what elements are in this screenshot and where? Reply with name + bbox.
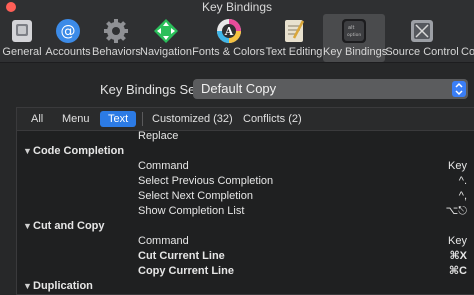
select-stepper-icon — [452, 81, 466, 97]
key-bindings-set-label: Key Bindings Set — [100, 82, 200, 97]
group-title: Duplication — [33, 280, 93, 292]
svg-text:@: @ — [61, 22, 76, 40]
toolbar-accounts[interactable]: @ Accounts — [44, 14, 92, 62]
general-icon — [12, 20, 32, 42]
toolbar-label-general: General — [2, 46, 42, 58]
toolbar-label-source-control: Source Control — [385, 46, 459, 58]
column-header-row: Command Key — [17, 159, 474, 174]
svg-text:option: option — [347, 32, 361, 38]
group-header-duplication[interactable]: ▼ Duplication — [17, 279, 474, 294]
key-bindings-table: All Menu Text Customized (32) Conflicts … — [16, 107, 474, 295]
filter-bar: All Menu Text Customized (32) Conflicts … — [17, 108, 474, 131]
list-item[interactable]: Cut Current Line ⌘X — [17, 249, 474, 264]
svg-text:alt: alt — [348, 25, 354, 31]
source-control-icon — [411, 20, 433, 42]
gear-icon — [104, 19, 128, 43]
toolbar-general[interactable]: General — [0, 14, 44, 62]
list-item[interactable]: Copy Current Line ⌘C — [17, 264, 474, 279]
list-item[interactable]: Replace — [17, 129, 474, 144]
disclosure-triangle-icon[interactable]: ▼ — [23, 279, 32, 294]
disclosure-triangle-icon[interactable]: ▼ — [23, 144, 32, 159]
column-header-row: Command Key — [17, 234, 474, 249]
filter-text[interactable]: Text — [100, 111, 137, 127]
text-editing-icon — [285, 20, 305, 42]
filter-menu[interactable]: Menu — [54, 111, 98, 127]
preferences-toolbar: General @ Accounts Behaviors Navigation … — [0, 14, 474, 63]
group-title: Cut and Copy — [33, 220, 105, 232]
key-shortcut[interactable]: ⌘X — [449, 249, 467, 264]
toolbar-label-fonts-colors: Fonts & Colors — [192, 46, 265, 58]
command-name: Replace — [138, 130, 179, 142]
toolbar-label-components: Co — [461, 46, 474, 58]
toolbar-text-editing[interactable]: Text Editing — [265, 14, 323, 62]
toolbar-label-text-editing: Text Editing — [265, 46, 323, 58]
list-item[interactable]: Select Next Completion ^, — [17, 189, 474, 204]
at-sign-icon: @ — [56, 19, 80, 43]
key-column-header: Key — [448, 235, 467, 247]
toolbar-key-bindings[interactable]: alt option Key Bindings — [323, 14, 388, 62]
key-shortcut[interactable]: ⌥⎋ — [446, 204, 467, 219]
toolbar-label-key-bindings: Key Bindings — [323, 46, 388, 58]
group-header-cut-and-copy[interactable]: ▼ Cut and Copy — [17, 219, 474, 234]
command-column-header: Command — [138, 235, 189, 247]
navigation-arrows-icon — [154, 19, 178, 43]
group-title: Code Completion — [33, 145, 125, 157]
key-column-header: Key — [448, 160, 467, 172]
toolbar-navigation[interactable]: Navigation — [140, 14, 192, 62]
group-header-code-completion[interactable]: ▼ Code Completion — [17, 144, 474, 159]
font-a-icon: A — [216, 19, 241, 43]
key-shortcut[interactable]: ⌘C — [449, 264, 467, 279]
filter-conflicts[interactable]: Conflicts (2) — [235, 111, 310, 127]
filter-customized[interactable]: Customized (32) — [144, 111, 241, 127]
disclosure-triangle-icon[interactable]: ▼ — [23, 219, 32, 234]
filter-all[interactable]: All — [23, 111, 51, 127]
toolbar-behaviors[interactable]: Behaviors — [92, 14, 141, 62]
filter-divider — [142, 112, 143, 126]
command-name: Select Previous Completion — [138, 175, 274, 187]
svg-text:A: A — [223, 25, 233, 38]
key-bindings-set-value: Default Copy — [201, 81, 277, 96]
toolbar-fonts-colors[interactable]: A Fonts & Colors — [192, 14, 265, 62]
command-name: Show Completion List — [138, 205, 245, 217]
toolbar-label-accounts: Accounts — [45, 46, 91, 58]
command-name: Select Next Completion — [138, 190, 253, 202]
key-shortcut[interactable]: ^, — [459, 189, 467, 204]
toolbar-label-behaviors: Behaviors — [92, 46, 141, 58]
list-item[interactable]: Select Previous Completion ^. — [17, 174, 474, 189]
list-item[interactable]: Show Completion List ⌥⎋ — [17, 204, 474, 219]
toolbar-label-navigation: Navigation — [140, 46, 192, 58]
toolbar-components[interactable]: Co — [459, 14, 474, 62]
command-name: Cut Current Line — [138, 250, 225, 262]
toolbar-source-control[interactable]: Source Control — [385, 14, 459, 62]
key-shortcut[interactable]: ^. — [459, 174, 467, 189]
window-title: Key Bindings — [201, 0, 273, 14]
command-column-header: Command — [138, 160, 189, 172]
keyboard-key-icon: alt option — [342, 19, 366, 43]
title-bar: Key Bindings — [0, 0, 474, 14]
key-bindings-set-select[interactable]: Default Copy — [193, 79, 468, 99]
command-name: Copy Current Line — [138, 265, 234, 277]
